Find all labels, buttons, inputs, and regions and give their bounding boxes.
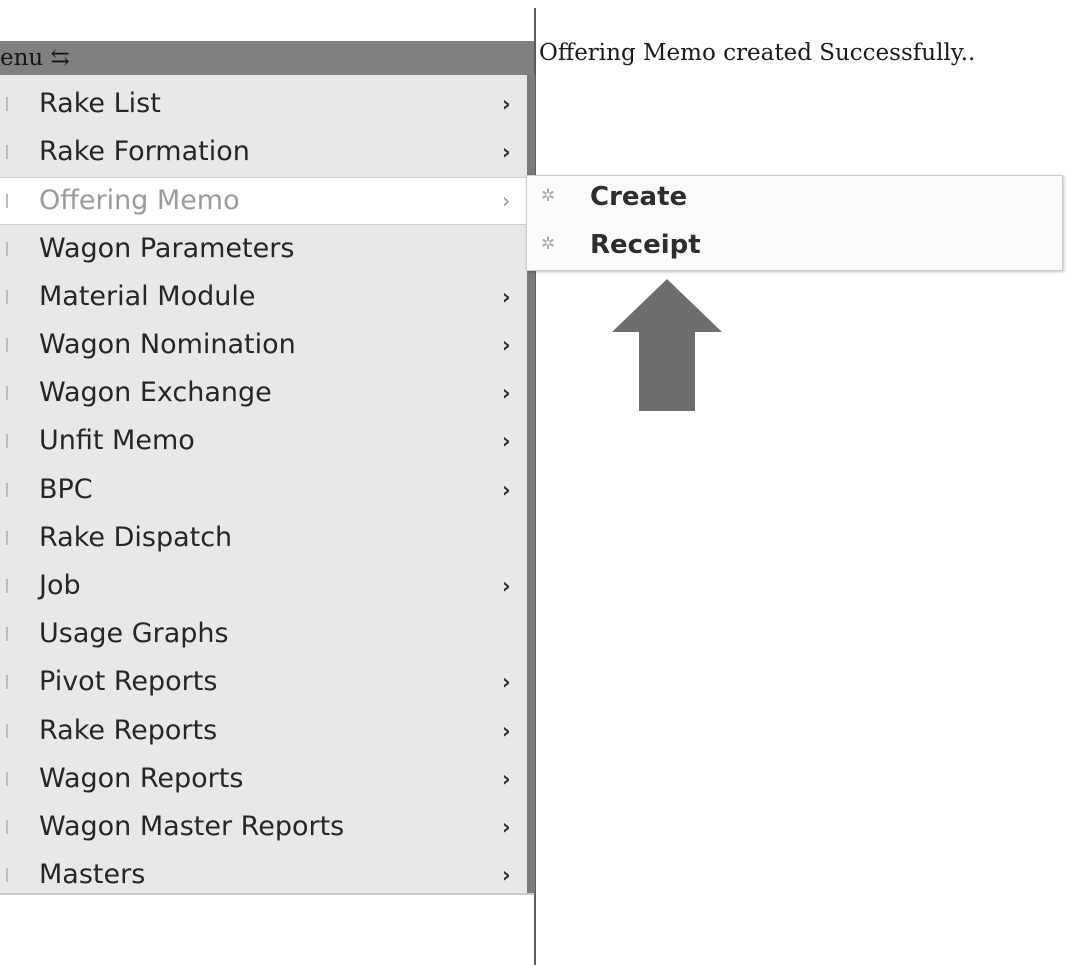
sidebar-item-pivot-reports[interactable]: Pivot Reports › [0, 659, 527, 707]
sidebar-item-label: Rake Reports [39, 715, 218, 746]
sidebar-item-rake-dispatch[interactable]: Rake Dispatch [0, 515, 527, 563]
sidebar-item-label: Job [39, 570, 81, 601]
chevron-right-icon: › [502, 333, 511, 357]
sidebar-item-label: BPC [39, 474, 93, 505]
item-bullet [6, 724, 8, 738]
sidebar-item-wagon-reports[interactable]: Wagon Reports › [0, 756, 527, 804]
chevron-right-icon: › [502, 863, 511, 887]
sidebar-item-label: Offering Memo [39, 185, 240, 216]
sidebar-item-wagon-nomination[interactable]: Wagon Nomination › [0, 322, 527, 370]
sidebar-item-material-module[interactable]: Material Module › [0, 274, 527, 322]
item-bullet [6, 290, 8, 304]
item-bullet [6, 627, 8, 641]
sidebar-item-rake-reports[interactable]: Rake Reports › [0, 708, 527, 756]
sidebar-item-label: Pivot Reports [39, 666, 218, 697]
chevron-right-icon: › [502, 670, 511, 694]
item-bullet [6, 97, 8, 111]
gear-icon: ✲ [541, 234, 556, 254]
gear-icon: ✲ [541, 186, 556, 206]
item-bullet [6, 242, 8, 256]
chevron-right-icon: › [502, 92, 511, 116]
item-bullet [6, 820, 8, 834]
item-bullet [6, 868, 8, 882]
sidebar-item-label: Wagon Exchange [39, 377, 272, 408]
item-bullet [6, 772, 8, 786]
menu-bottom-border [0, 893, 534, 895]
sidebar-item-label: Wagon Parameters [39, 233, 295, 264]
item-bullet [6, 434, 8, 448]
item-bullet [6, 338, 8, 352]
sidebar-item-label: Rake List [39, 88, 161, 119]
sidebar-item-label: Material Module [39, 281, 256, 312]
sidebar-item-label: Wagon Reports [39, 763, 244, 794]
sidebar-item-offering-memo[interactable]: Offering Memo › [0, 177, 527, 225]
item-bullet [6, 194, 8, 208]
chevron-right-icon: › [502, 574, 511, 598]
item-bullet [6, 483, 8, 497]
sidebar-item-label: Wagon Master Reports [39, 811, 345, 842]
sidebar-item-label: Usage Graphs [39, 618, 229, 649]
chevron-right-icon: › [502, 381, 511, 405]
item-bullet [6, 579, 8, 593]
offering-memo-submenu: ✲ Create ✲ Receipt [526, 175, 1063, 271]
sidebar-item-label: Rake Formation [39, 136, 250, 167]
chevron-right-icon: › [502, 478, 511, 502]
up-arrow-icon [612, 279, 722, 411]
sidebar-item-job[interactable]: Job › [0, 563, 527, 611]
chevron-right-icon: › [502, 140, 511, 164]
sidebar-item-usage-graphs[interactable]: Usage Graphs [0, 611, 527, 659]
chevron-right-icon: › [502, 767, 511, 791]
chevron-right-icon: › [502, 429, 511, 453]
sidebar-item-unfit-memo[interactable]: Unfit Memo › [0, 418, 527, 466]
submenu-item-label: Receipt [590, 230, 701, 260]
submenu-item-create[interactable]: ✲ Create [527, 176, 1062, 222]
sidebar-item-bpc[interactable]: BPC › [0, 467, 527, 515]
item-bullet [6, 386, 8, 400]
sidebar-item-rake-formation[interactable]: Rake Formation › [0, 129, 527, 177]
chevron-right-icon: › [502, 719, 511, 743]
item-bullet [6, 531, 8, 545]
chevron-right-icon: › [502, 189, 511, 213]
sidebar-item-label: Rake Dispatch [39, 522, 233, 553]
menu-header-label: enu ⇆ [0, 45, 70, 71]
status-message: Offering Memo created Successfully.. [539, 40, 976, 66]
sidebar-item-wagon-master-reports[interactable]: Wagon Master Reports › [0, 804, 527, 852]
item-bullet [6, 675, 8, 689]
sidebar-item-wagon-parameters[interactable]: Wagon Parameters [0, 226, 527, 274]
chevron-right-icon: › [502, 285, 511, 309]
sidebar-menu: Rake List › Rake Formation › Offering Memo › W… [0, 75, 535, 895]
sidebar-item-wagon-exchange[interactable]: Wagon Exchange › [0, 370, 527, 418]
item-bullet [6, 145, 8, 159]
submenu-item-receipt[interactable]: ✲ Receipt [527, 224, 1062, 270]
sidebar-item-rake-list[interactable]: Rake List › [0, 81, 527, 129]
sidebar-item-label: Unfit Memo [39, 425, 195, 456]
menu-header[interactable]: enu ⇆ [0, 41, 534, 75]
sidebar-item-label: Masters [39, 859, 146, 890]
chevron-right-icon: › [502, 815, 511, 839]
sidebar-item-label: Wagon Nomination [39, 329, 296, 360]
submenu-item-label: Create [590, 182, 688, 212]
